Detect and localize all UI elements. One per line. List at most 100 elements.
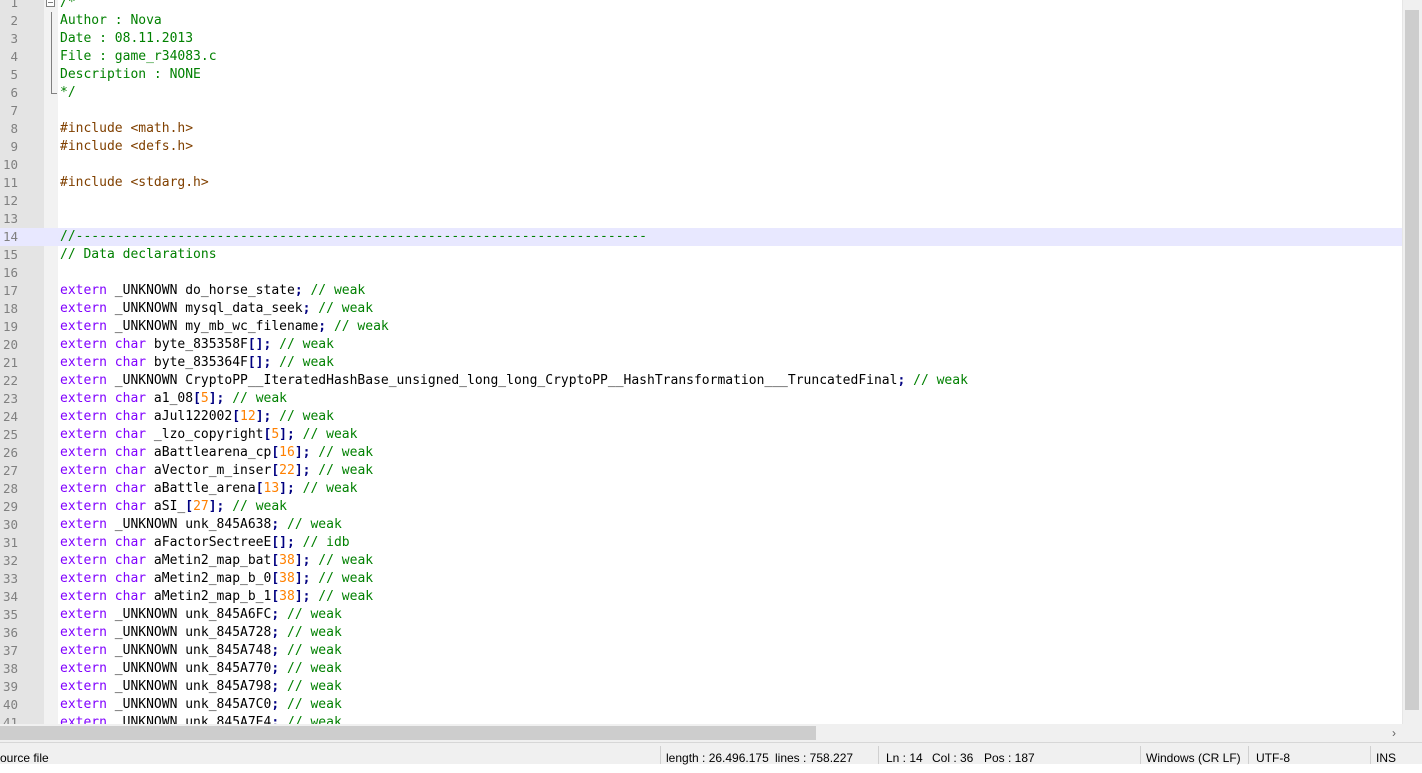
code-text: extern _UNKNOWN unk_845A6FC; // weak xyxy=(60,606,342,624)
code-token: _UNKNOWN unk_845A7C0 xyxy=(106,697,272,712)
code-token: ; xyxy=(318,319,327,334)
code-line[interactable]: 7 xyxy=(0,102,1402,120)
code-text: */ xyxy=(60,84,76,102)
code-token: extern xyxy=(60,571,107,586)
fold-collapse-icon[interactable] xyxy=(46,0,55,7)
code-line[interactable]: 36 extern _UNKNOWN unk_845A728; // weak xyxy=(0,624,1402,642)
code-line[interactable]: 28 extern char aBattle_arena[13]; // weak xyxy=(0,480,1402,498)
code-line[interactable]: 27 extern char aVector_m_inser[22]; // we… xyxy=(0,462,1402,480)
code-line[interactable]: 33 extern char aMetin2_map_b_0[38]; // we… xyxy=(0,570,1402,588)
code-token: ]; xyxy=(255,409,272,424)
code-line[interactable]: 9 #include <defs.h> xyxy=(0,138,1402,156)
code-line[interactable]: 20 extern char byte_835358F[]; // weak xyxy=(0,336,1402,354)
vertical-scroll-thumb[interactable] xyxy=(1405,10,1419,710)
code-line[interactable]: 1 /* xyxy=(0,0,1402,12)
code-line[interactable]: 38 extern _UNKNOWN unk_845A770; // weak xyxy=(0,660,1402,678)
code-token: extern xyxy=(60,553,107,568)
status-encoding[interactable]: UTF-8 xyxy=(1256,743,1290,765)
code-line[interactable]: 32 extern char aMetin2_map_bat[38]; // we… xyxy=(0,552,1402,570)
code-line[interactable]: 40 extern _UNKNOWN unk_845A7C0; // weak xyxy=(0,696,1402,714)
code-token: ; xyxy=(271,517,280,532)
line-number: 20 xyxy=(2,337,18,352)
code-line[interactable]: 12 xyxy=(0,192,1402,210)
horizontal-scroll-thumb[interactable] xyxy=(0,726,816,740)
line-number: 33 xyxy=(2,571,18,586)
code-token: // idb xyxy=(294,535,350,550)
code-line[interactable]: 5 Description : NONE xyxy=(0,66,1402,84)
code-token: ]; xyxy=(208,499,225,514)
code-token: _UNKNOWN my_mb_wc_filename xyxy=(106,319,319,334)
code-line[interactable]: 37 extern _UNKNOWN unk_845A748; // weak xyxy=(0,642,1402,660)
code-token: extern xyxy=(60,715,107,724)
code-text: #include <stdarg.h> xyxy=(60,174,209,192)
code-token: // weak xyxy=(271,409,334,424)
line-number: 21 xyxy=(2,355,18,370)
code-line[interactable]: 15 // Data declarations xyxy=(0,246,1402,264)
code-line[interactable]: 24 extern char aJul122002[12]; // weak xyxy=(0,408,1402,426)
code-line[interactable]: 39 extern _UNKNOWN unk_845A798; // weak xyxy=(0,678,1402,696)
code-line[interactable]: 8 #include <math.h> xyxy=(0,120,1402,138)
horizontal-scrollbar[interactable]: › xyxy=(0,724,1402,742)
line-number: 26 xyxy=(2,445,18,460)
code-line[interactable]: 35 extern _UNKNOWN unk_845A6FC; // weak xyxy=(0,606,1402,624)
code-token: extern xyxy=(60,661,107,676)
code-token: ]; xyxy=(294,445,311,460)
vertical-scrollbar[interactable] xyxy=(1402,0,1422,724)
code-token: char xyxy=(114,427,147,442)
code-line[interactable]: 17 extern _UNKNOWN do_horse_state; // wea… xyxy=(0,282,1402,300)
code-text: Date : 08.11.2013 xyxy=(60,30,193,48)
line-number: 17 xyxy=(2,283,18,298)
code-token: aSI_ xyxy=(146,499,186,514)
code-token: extern xyxy=(60,463,107,478)
code-line[interactable]: 29 extern char aSI_[27]; // weak xyxy=(0,498,1402,516)
code-line[interactable]: 31 extern char aFactorSectreeE[]; // idb xyxy=(0,534,1402,552)
code-text: extern char aFactorSectreeE[]; // idb xyxy=(60,534,350,552)
code-text: extern _UNKNOWN unk_845A770; // weak xyxy=(60,660,342,678)
code-line[interactable]: 10 xyxy=(0,156,1402,174)
code-line[interactable]: 41 extern _UNKNOWN unk_845A7E4; // weak xyxy=(0,714,1402,724)
code-line[interactable]: 18 extern _UNKNOWN mysql_data_seek; // we… xyxy=(0,300,1402,318)
code-editor[interactable]: 1 /* 2 Author : Nova 3 Date : 08.11.2013 4 File… xyxy=(0,0,1402,724)
scroll-right-arrow-icon[interactable]: › xyxy=(1392,724,1396,742)
code-token: // weak xyxy=(271,355,334,370)
code-line[interactable]: 16 xyxy=(0,264,1402,282)
code-line[interactable]: 23 extern char a1_08[5]; // weak xyxy=(0,390,1402,408)
code-line[interactable]: 13 xyxy=(0,210,1402,228)
code-token: 38 xyxy=(279,553,295,568)
code-line[interactable]: 14 //------------------------------------… xyxy=(0,228,1402,246)
code-line[interactable]: 21 extern char byte_835364F[]; // weak xyxy=(0,354,1402,372)
code-line[interactable]: 6 */ xyxy=(0,84,1402,102)
code-line[interactable]: 3 Date : 08.11.2013 xyxy=(0,30,1402,48)
code-line[interactable]: 4 File : game_r34083.c xyxy=(0,48,1402,66)
code-line[interactable]: 2 Author : Nova xyxy=(0,12,1402,30)
line-number: 37 xyxy=(2,643,18,658)
code-token: char xyxy=(114,445,147,460)
code-token: aJul122002 xyxy=(146,409,233,424)
status-eol-format[interactable]: Windows (CR LF) xyxy=(1146,743,1241,765)
code-line[interactable]: 11 #include <stdarg.h> xyxy=(0,174,1402,192)
code-text: #include <math.h> xyxy=(60,120,193,138)
code-line[interactable]: 34 extern char aMetin2_map_b_1[38]; // we… xyxy=(0,588,1402,606)
line-number: 1 xyxy=(10,0,18,10)
code-line[interactable]: 22 extern _UNKNOWN CryptoPP__IteratedHash… xyxy=(0,372,1402,390)
code-line[interactable]: 25 extern char _lzo_copyright[5]; // weak xyxy=(0,426,1402,444)
code-token: File : game_r34083.c xyxy=(60,49,217,64)
code-token: ]; xyxy=(279,481,295,496)
code-token: [ xyxy=(193,391,201,406)
code-token: 5 xyxy=(271,427,280,442)
code-line[interactable]: 19 extern _UNKNOWN my_mb_wc_filename; // … xyxy=(0,318,1402,336)
code-text: extern char byte_835364F[]; // weak xyxy=(60,354,334,372)
code-line[interactable]: 30 extern _UNKNOWN unk_845A638; // weak xyxy=(0,516,1402,534)
code-token: [ xyxy=(255,481,264,496)
code-token: 22 xyxy=(279,463,295,478)
line-number: 30 xyxy=(2,517,18,532)
code-token: // weak xyxy=(310,589,374,604)
code-line[interactable]: 26 extern char aBattlearena_cp[16]; // we… xyxy=(0,444,1402,462)
code-token: // weak xyxy=(279,679,342,694)
code-text: extern _UNKNOWN unk_845A798; // weak xyxy=(60,678,342,696)
code-token: extern xyxy=(60,409,107,424)
status-insert-mode[interactable]: INS xyxy=(1376,743,1396,765)
